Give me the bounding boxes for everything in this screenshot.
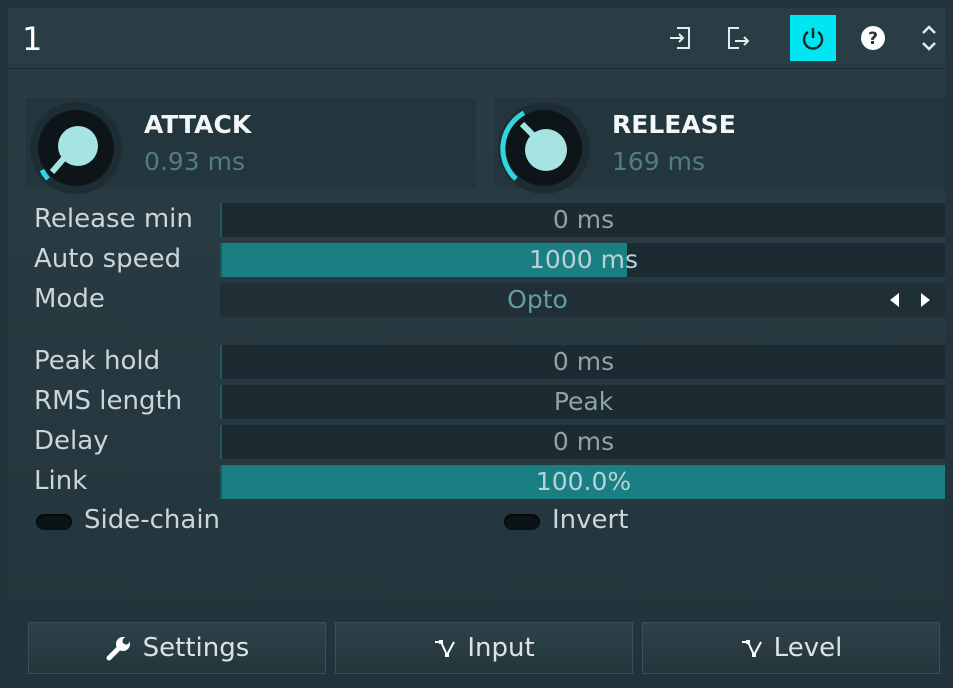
attack-knob[interactable] [28,100,124,196]
tab-settings[interactable]: Settings [28,622,326,674]
rms-length-slider[interactable]: Peak [220,385,945,419]
power-button[interactable] [790,15,836,61]
attack-control: ATTACK 0.93 ms [26,98,476,194]
power-icon [802,28,824,50]
export-preset-button[interactable] [714,15,760,61]
rms-length-value: Peak [553,387,614,416]
link-slider[interactable]: 100.0% [220,465,945,499]
expand-collapse-button[interactable] [906,15,952,61]
side-chain-label: Side-chain [84,505,221,535]
previous-arrow-icon[interactable] [887,291,901,309]
next-arrow-icon[interactable] [919,291,933,309]
expand-collapse-icon [922,25,936,51]
invert-label: Invert [552,505,629,535]
tab-level[interactable]: Level [642,622,940,674]
peak-hold-label: Peak hold [34,346,161,376]
release-min-slider[interactable]: 0 ms [220,203,945,237]
auto-speed-slider[interactable]: 1000 ms [220,243,945,277]
peak-hold-value: 0 ms [552,347,615,376]
release-value[interactable]: 169 ms [612,147,705,176]
tab-input-label: Input [467,633,535,663]
import-preset-button[interactable] [658,15,704,61]
release-knob[interactable] [496,100,592,196]
mode-label: Mode [34,284,105,314]
delay-value: 0 ms [552,427,615,456]
delay-label: Delay [34,426,109,456]
peak-hold-slider[interactable]: 0 ms [220,345,945,379]
tab-settings-label: Settings [142,633,250,663]
help-icon: ? [861,26,885,50]
curve-icon [741,640,762,658]
attack-label: ATTACK [144,110,252,139]
link-label: Link [34,466,88,496]
help-button[interactable]: ? [850,15,896,61]
auto-speed-value: 1000 ms [529,245,638,274]
release-min-value: 0 ms [552,205,615,234]
plugin-panel: 1 ? ATTACK 0.93 ms RELEASE 169 ms Releas… [8,8,945,682]
curve-icon [435,640,456,658]
rms-length-label: RMS length [34,386,183,416]
wrench-icon [106,637,130,661]
side-chain-toggle[interactable] [36,514,72,530]
link-value: 100.0% [535,467,632,496]
svg-text:?: ? [868,29,878,49]
delay-slider[interactable]: 0 ms [220,425,945,459]
invert-toggle[interactable] [504,514,540,530]
tab-input[interactable]: Input [335,622,633,674]
mode-selector[interactable]: Opto [220,283,945,317]
tab-level-label: Level [773,633,843,663]
header-bar: 1 ? [8,8,945,69]
release-label: RELEASE [612,110,736,139]
export-preset-icon [728,27,750,49]
release-control: RELEASE 169 ms [494,98,945,194]
attack-value[interactable]: 0.93 ms [144,147,245,176]
import-preset-icon [670,27,690,49]
mode-value: Opto [507,285,568,314]
release-min-label: Release min [34,204,193,234]
auto-speed-label: Auto speed [34,244,182,274]
page-title: 1 [22,20,43,58]
